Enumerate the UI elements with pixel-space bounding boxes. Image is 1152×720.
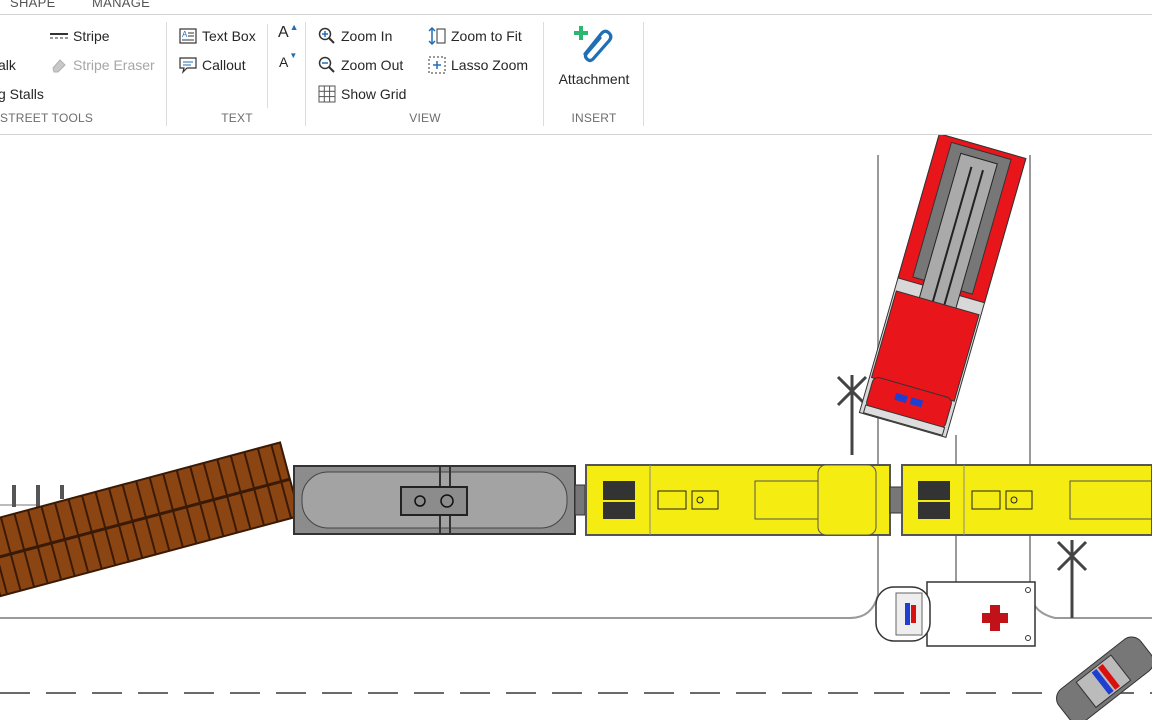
zoom-in-icon <box>318 27 335 44</box>
stripe-button[interactable]: Stripe <box>50 25 110 47</box>
fire-truck[interactable] <box>858 135 1027 438</box>
zoom-out-button[interactable]: Zoom Out <box>318 54 403 76</box>
inner-separator <box>267 24 268 108</box>
parking-stalls-label: g Stalls <box>0 86 44 102</box>
locomotive[interactable] <box>901 464 1152 536</box>
text-box-button[interactable]: A Text Box <box>179 25 256 47</box>
zoom-to-fit-label: Zoom to Fit <box>451 28 522 44</box>
stripe-label: Stripe <box>73 28 110 44</box>
tank-car[interactable] <box>293 465 586 535</box>
diagram-canvas[interactable] <box>0 135 1152 720</box>
railroad-crossing-sign[interactable] <box>836 375 868 455</box>
zoom-to-fit-icon <box>428 27 446 45</box>
grid-icon <box>318 85 336 103</box>
tab-shape[interactable]: SHAPE <box>10 0 56 10</box>
parking-stalls-button[interactable]: g Stalls <box>0 83 44 105</box>
callout-icon <box>179 57 197 74</box>
stripe-eraser-label: Stripe Eraser <box>73 57 155 73</box>
increase-font-icon: A <box>278 24 289 41</box>
railroad-crossing-sign[interactable] <box>1056 540 1088 618</box>
ambulance[interactable] <box>875 581 1036 647</box>
lasso-zoom-icon <box>428 56 446 74</box>
callout-button[interactable]: Callout <box>179 54 246 76</box>
attachment-button[interactable]: Attachment <box>550 22 638 90</box>
ribbon-tab-strip: SHAPE MANAGE <box>0 0 1152 15</box>
show-grid-button[interactable]: Show Grid <box>318 83 406 105</box>
police-car[interactable] <box>1052 632 1152 720</box>
text-box-label: Text Box <box>202 28 256 44</box>
stripe-eraser-button[interactable]: Stripe Eraser <box>50 54 155 76</box>
decrease-font-button[interactable]: A ▼ <box>279 51 297 73</box>
tab-manage[interactable]: MANAGE <box>92 0 150 10</box>
attachment-label: Attachment <box>558 71 630 87</box>
svg-text:A: A <box>182 30 188 39</box>
locomotive[interactable] <box>585 464 903 536</box>
zoom-out-label: Zoom Out <box>341 57 404 73</box>
crosswalk-button[interactable]: alk <box>0 54 16 76</box>
ribbon: SHAPE MANAGE Stripe alk Stripe Eraser g … <box>0 0 1152 135</box>
crosswalk-label: alk <box>0 57 16 73</box>
group-separator <box>643 22 644 126</box>
eraser-icon <box>52 59 66 73</box>
decrease-font-icon: A <box>279 54 289 70</box>
increase-font-button[interactable]: A ▲ <box>278 22 299 44</box>
zoom-in-button[interactable]: Zoom In <box>318 25 392 47</box>
street-tools-group-label: STREET TOOLS <box>0 111 94 125</box>
flatcar[interactable] <box>0 441 301 598</box>
stripe-icon <box>50 33 68 39</box>
callout-label: Callout <box>202 57 246 73</box>
accident-scene <box>0 135 1152 720</box>
increase-arrow-icon: ▲ <box>289 22 299 32</box>
lasso-zoom-label: Lasso Zoom <box>451 57 529 73</box>
zoom-to-fit-button[interactable]: Zoom to Fit <box>428 25 522 47</box>
paperclip-icon <box>574 26 613 63</box>
zoom-out-icon <box>318 56 335 73</box>
decrease-arrow-icon: ▼ <box>289 51 298 60</box>
insert-group-label: INSERT <box>571 111 617 125</box>
show-grid-label: Show Grid <box>341 86 407 102</box>
zoom-in-label: Zoom In <box>341 28 393 44</box>
view-group-label: VIEW <box>409 111 441 125</box>
text-box-icon: A <box>179 28 197 44</box>
lasso-zoom-button[interactable]: Lasso Zoom <box>428 54 528 76</box>
text-group-label: TEXT <box>221 111 253 125</box>
